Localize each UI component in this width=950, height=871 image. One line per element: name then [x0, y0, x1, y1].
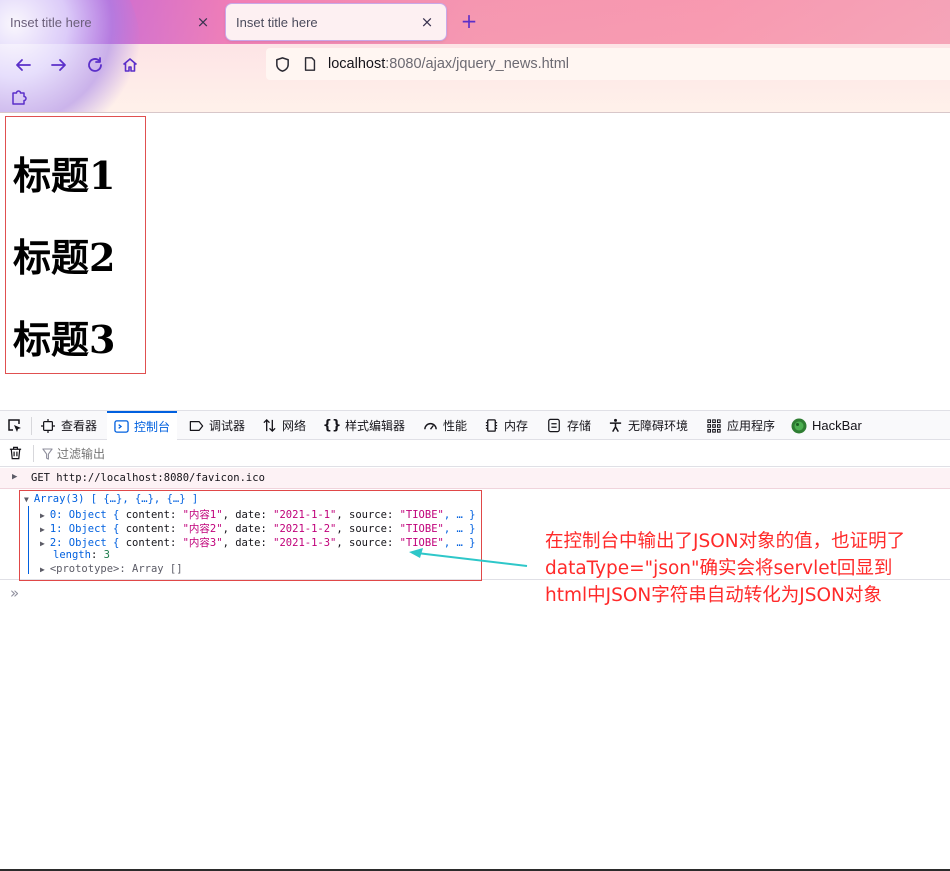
debugger-icon: [188, 418, 204, 434]
url-bar[interactable]: localhost:8080/ajax/jquery_news.html: [266, 48, 950, 80]
page-info-icon[interactable]: [302, 56, 322, 72]
annotation-text: 在控制台中输出了JSON对象的值，也证明了 dataType="json"确实会…: [545, 528, 945, 609]
console-icon: [113, 419, 129, 435]
tab-storage[interactable]: 存储: [546, 411, 591, 440]
browser-tab-2-active[interactable]: Inset title here ×: [226, 4, 446, 40]
inspector-icon: [40, 418, 56, 434]
tab-memory[interactable]: 内存: [483, 411, 528, 440]
tab-label: 样式编辑器: [345, 419, 406, 433]
tab-performance[interactable]: 性能: [422, 411, 467, 440]
tracking-shield-icon[interactable]: [274, 56, 294, 73]
tab-label: 控制台: [134, 420, 171, 434]
annotation-arrow: [409, 548, 528, 567]
url-host: localhost: [328, 56, 386, 72]
home-icon: [122, 58, 138, 72]
forward-button[interactable]: [46, 52, 72, 78]
network-request-text: GET http://localhost:8080/favicon.ico: [31, 472, 265, 484]
tab-close-icon[interactable]: ×: [418, 13, 436, 31]
tab-accessibility[interactable]: 无障碍环境: [607, 411, 688, 440]
tab-label: 无障碍环境: [628, 419, 689, 433]
expand-triangle-icon[interactable]: ▶: [12, 472, 17, 482]
tab-hackbar[interactable]: HackBar: [791, 411, 862, 440]
arrow-right-icon: [51, 59, 66, 71]
reload-button[interactable]: [82, 52, 108, 78]
tab-label: 应用程序: [727, 419, 776, 433]
clear-console-trash-icon[interactable]: [8, 445, 24, 461]
devtools-toolbar: 查看器 控制台 调试器 网络 {} 样式编辑器 性能 内存 存储 无障碍环境 应…: [0, 410, 950, 440]
console-prompt-icon: »: [10, 584, 20, 602]
tab-network[interactable]: 网络: [261, 411, 306, 440]
tab-debugger[interactable]: 调试器: [188, 411, 245, 440]
tab-close-icon[interactable]: ×: [194, 13, 212, 31]
news-heading-2: 标题2: [13, 235, 116, 280]
application-icon: [706, 418, 722, 434]
news-list-container: 标题1 标题2 标题3: [5, 116, 146, 374]
console-network-message[interactable]: ▶ GET http://localhost:8080/favicon.ico: [0, 468, 950, 489]
reload-icon: [88, 57, 102, 72]
back-button[interactable]: [10, 52, 36, 78]
news-heading-3: 标题3: [13, 317, 116, 362]
memory-icon: [483, 418, 499, 434]
toolbar-separator: [31, 417, 32, 435]
tab-label: HackBar: [812, 418, 862, 433]
url-path: :8080/ajax/jquery_news.html: [385, 56, 570, 72]
tab-title: Inset title here: [236, 14, 318, 30]
tab-label: 调试器: [209, 419, 246, 433]
arrow-left-icon: [16, 59, 31, 71]
tab-style-editor[interactable]: {} 样式编辑器: [322, 411, 406, 440]
tab-title: Inset title here: [10, 14, 92, 30]
url-text[interactable]: localhost:8080/ajax/jquery_news.html: [328, 56, 569, 72]
accessibility-icon: [607, 418, 623, 434]
tab-application[interactable]: 应用程序: [706, 411, 775, 440]
hackbar-icon: [791, 418, 807, 434]
tab-inspector[interactable]: 查看器: [40, 411, 97, 440]
annotation-line-3: html中JSON字符串自动转化为JSON对象: [545, 585, 882, 606]
home-button[interactable]: [117, 52, 143, 78]
tab-label: 性能: [443, 419, 468, 433]
new-tab-button[interactable]: +: [458, 10, 480, 34]
browser-chrome: Inset title here × Inset title here × + …: [0, 0, 950, 113]
annotation-line-2: dataType="json"确实会将servlet回显到: [545, 558, 893, 579]
console-filter-bar: [0, 440, 950, 467]
news-heading-1: 标题1: [13, 153, 116, 198]
tab-label: 存储: [567, 419, 592, 433]
tab-console[interactable]: 控制台: [107, 411, 178, 440]
element-picker-icon[interactable]: [6, 417, 24, 435]
tab-label: 内存: [504, 419, 529, 433]
style-editor-icon: {}: [322, 418, 342, 433]
storage-icon: [546, 418, 562, 434]
performance-icon: [422, 418, 438, 434]
tab-label: 查看器: [61, 419, 98, 433]
filter-output-input[interactable]: [40, 444, 340, 463]
browser-tab-1[interactable]: Inset title here ×: [0, 4, 222, 40]
network-icon: [261, 418, 277, 434]
annotation-line-1: 在控制台中输出了JSON对象的值，也证明了: [545, 531, 906, 552]
tab-label: 网络: [282, 419, 307, 433]
extensions-puzzle-icon[interactable]: [10, 88, 28, 106]
toolbar-separator: [33, 445, 34, 462]
